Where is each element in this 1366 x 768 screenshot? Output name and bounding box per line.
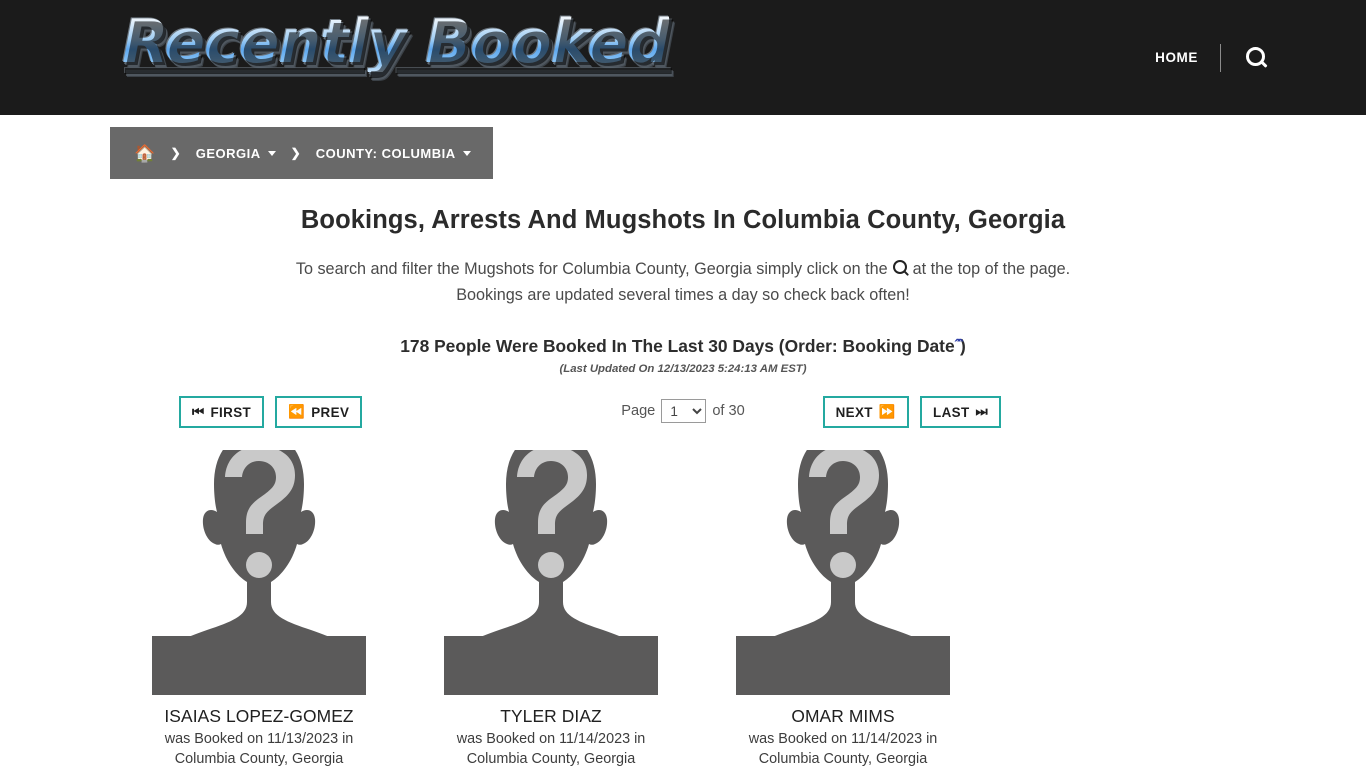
sort-ascending-icon[interactable]: ˆˆ <box>955 336 964 356</box>
mugshot-booking-line1: was Booked on 11/14/2023 in <box>748 731 938 748</box>
last-page-label: LAST <box>932 404 970 420</box>
header-nav: HOME <box>1155 0 1266 115</box>
breadcrumb-item-georgia-label: GEORGIA <box>195 145 261 161</box>
mugshot-card: OMAR MIMS was Booked on 11/14/2023 in Co… <box>712 450 974 768</box>
chevron-down-icon <box>267 150 276 156</box>
nav-home-link[interactable]: HOME <box>1155 50 1220 65</box>
breadcrumb-item-georgia[interactable]: GEORGIA <box>196 146 276 161</box>
search-icon <box>1245 47 1266 68</box>
last-page-icon: ⏭ <box>975 404 988 419</box>
pagination-page-selector: Page 123 of 30 <box>110 399 1256 423</box>
page-total-label: of 30 <box>712 403 745 419</box>
booking-count-text: 178 People Were Booked In The Last 30 Da… <box>400 336 955 356</box>
next-page-label: NEXT <box>835 404 873 420</box>
mugshot-booking-line2: Columbia County, Georgia <box>466 751 636 768</box>
search-icon-inline <box>892 260 908 276</box>
mugshot-image[interactable] <box>712 450 974 695</box>
mugshot-image[interactable] <box>420 450 682 695</box>
search-button[interactable] <box>1221 47 1266 68</box>
mugshot-name: TYLER DIAZ <box>500 706 602 726</box>
page-description-line2: Bookings are updated several times a day… <box>456 286 910 304</box>
page-description-part2: at the top of the page. <box>912 260 1071 278</box>
mugshot-booking-line1: was Booked on 11/13/2023 in <box>164 731 354 748</box>
mugshot-booking-line1: was Booked on 11/14/2023 in <box>456 731 646 748</box>
mugshot-card: ISAIAS LOPEZ-GOMEZ was Booked on 11/13/2… <box>128 450 390 768</box>
breadcrumb-separator-2: ❯ <box>290 146 301 160</box>
mugshot-booking-info: was Booked on 11/13/2023 in Columbia Cou… <box>128 729 390 768</box>
page-select[interactable]: 123 <box>661 399 707 423</box>
mugshot-booking-info: was Booked on 11/14/2023 in Columbia Cou… <box>420 729 682 768</box>
site-header: Recently Booked HOME <box>0 0 1366 115</box>
mugshot-name: ISAIAS LOPEZ-GOMEZ <box>164 706 354 726</box>
mugshot-booking-line2: Columbia County, Georgia <box>174 751 344 768</box>
breadcrumb-wrap: 🏠 ❯ GEORGIA ❯ COUNTY: COLUMBIA <box>0 115 1366 179</box>
breadcrumb-home[interactable]: 🏠 <box>134 145 156 162</box>
last-updated-text: (Last Updated On 12/13/2023 5:24:13 AM E… <box>559 363 807 375</box>
breadcrumb-item-county-label: COUNTY: COLUMBIA <box>315 145 456 161</box>
last-page-button[interactable]: LAST ⏭ <box>919 396 1001 428</box>
page-description: To search and filter the Mugshots for Co… <box>233 256 1133 308</box>
page-title: Bookings, Arrests And Mugshots In Columb… <box>300 206 1066 234</box>
breadcrumb-item-county[interactable]: COUNTY: COLUMBIA <box>316 146 471 161</box>
mugshot-card: TYLER DIAZ was Booked on 11/14/2023 in C… <box>420 450 682 768</box>
mugshot-image[interactable] <box>128 450 390 695</box>
chevron-down-icon <box>462 150 471 156</box>
site-logo[interactable]: Recently Booked <box>122 12 670 72</box>
breadcrumb: 🏠 ❯ GEORGIA ❯ COUNTY: COLUMBIA <box>110 127 493 179</box>
next-page-icon: ⏩ <box>878 404 896 419</box>
booking-count-text-end: ) <box>959 336 966 356</box>
mugshot-booking-info: was Booked on 11/14/2023 in Columbia Cou… <box>712 729 974 768</box>
pagination-right-group: NEXT ⏩ LAST ⏭ <box>822 396 1001 428</box>
pagination-bar: ⏮ FIRST ⏪ PREV Page 123 of 30 NEXT ⏩ LAS… <box>110 396 1256 432</box>
next-page-button[interactable]: NEXT ⏩ <box>822 396 909 428</box>
page-description-part1: To search and filter the Mugshots for Co… <box>295 260 888 278</box>
booking-count-heading: 178 People Were Booked In The Last 30 Da… <box>0 336 1366 357</box>
main-content: Bookings, Arrests And Mugshots In Columb… <box>0 206 1366 768</box>
home-icon: 🏠 <box>134 143 156 163</box>
mugshot-name: OMAR MIMS <box>791 706 895 726</box>
mugshot-booking-line2: Columbia County, Georgia <box>758 751 928 768</box>
breadcrumb-separator-1: ❯ <box>170 146 181 160</box>
page-label: Page <box>621 403 656 419</box>
mugshot-card-grid: ISAIAS LOPEZ-GOMEZ was Booked on 11/13/2… <box>110 450 1256 768</box>
